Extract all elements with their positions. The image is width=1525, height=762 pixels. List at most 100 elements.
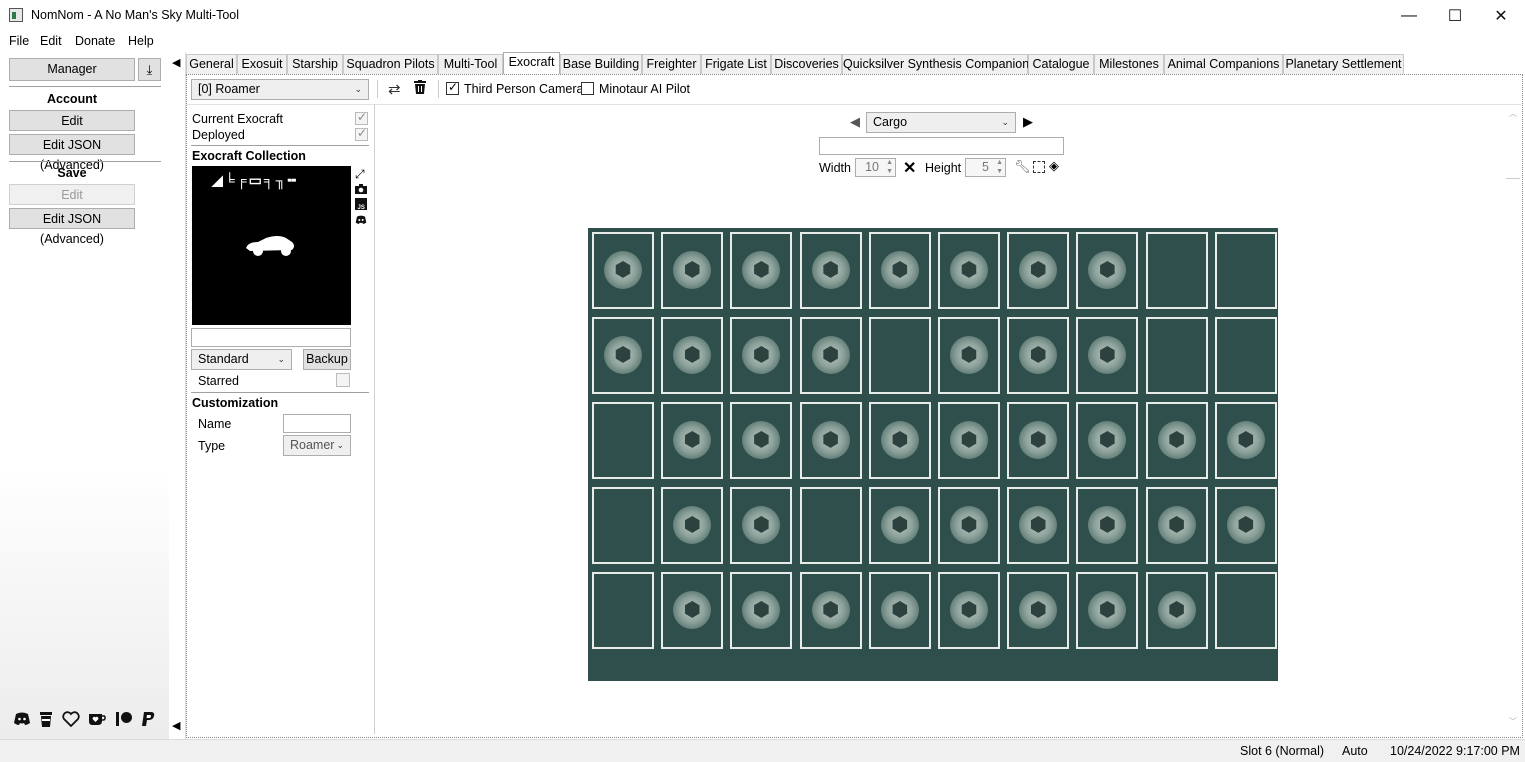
height-stepper[interactable]: 5 ▲ ▼ (965, 158, 1006, 177)
paint-bucket-icon[interactable]: ◈ (1049, 158, 1059, 174)
discord-share-icon[interactable] (355, 214, 367, 228)
minotaur-checkbox[interactable] (581, 82, 594, 98)
inventory-slot-filled[interactable]: ⬢ (799, 572, 862, 649)
inventory-slot-empty[interactable] (1214, 232, 1277, 309)
tab-discoveries[interactable]: Discoveries (771, 54, 842, 75)
inventory-slot-filled[interactable]: ⬢ (661, 572, 724, 649)
inventory-slot-empty[interactable] (1145, 317, 1208, 394)
inventory-slot-empty[interactable] (592, 487, 654, 564)
inventory-slot-filled[interactable]: ⬢ (592, 232, 654, 309)
checkbox-box[interactable] (446, 80, 459, 95)
inventory-slot-filled[interactable]: ⬢ (730, 487, 793, 564)
menu-edit[interactable]: Edit (40, 34, 62, 48)
tab-freighter[interactable]: Freighter (642, 54, 701, 75)
scroll-up-icon[interactable]: ︿ (1509, 108, 1517, 119)
third-person-checkbox[interactable] (446, 80, 459, 98)
inventory-slot-empty[interactable] (592, 402, 654, 479)
tab-base-building[interactable]: Base Building (560, 54, 642, 75)
select-area-icon[interactable] (1033, 161, 1045, 173)
inventory-slot-filled[interactable]: ⬢ (1145, 572, 1208, 649)
maximize-button[interactable]: ☐ (1432, 0, 1478, 31)
inventory-slot-filled[interactable]: ⬢ (730, 317, 793, 394)
tab-frigate-list[interactable]: Frigate List (701, 54, 771, 75)
tab-squadron-pilots[interactable]: Squadron Pilots (343, 54, 438, 75)
inventory-search-input[interactable] (819, 137, 1064, 155)
inventory-slot-empty[interactable] (592, 572, 654, 649)
tab-general[interactable]: General (186, 54, 237, 75)
inventory-slot-empty[interactable] (1145, 232, 1208, 309)
discord-icon[interactable] (13, 712, 31, 729)
account-edit-json-button[interactable]: Edit JSON (Advanced) (9, 134, 135, 172)
manager-button[interactable]: Manager (9, 58, 135, 81)
inventory-slot-filled[interactable]: ⬢ (730, 402, 793, 479)
inventory-slot-filled[interactable]: ⬢ (938, 232, 1000, 309)
camera-icon[interactable] (355, 183, 367, 197)
inventory-select[interactable]: Cargo ⌄ (866, 112, 1016, 133)
inventory-slot-filled[interactable]: ⬢ (799, 317, 862, 394)
inventory-slot-filled[interactable]: ⬢ (938, 572, 1000, 649)
deployed-checkbox[interactable] (355, 126, 368, 144)
paypal-icon[interactable] (141, 711, 156, 731)
inventory-slot-filled[interactable]: ⬢ (661, 487, 724, 564)
tab-catalogue[interactable]: Catalogue (1028, 54, 1094, 75)
inventory-slot-filled[interactable]: ⬢ (799, 232, 862, 309)
inventory-slot-filled[interactable]: ⬢ (1007, 317, 1070, 394)
save-edit-button[interactable]: Edit (9, 184, 135, 205)
stepper-arrows-icon[interactable]: ▲ ▼ (996, 158, 1003, 176)
inventory-slot-filled[interactable]: ⬢ (868, 232, 931, 309)
next-inventory-icon[interactable]: ▶ (1023, 114, 1033, 130)
inventory-slot-filled[interactable]: ⬢ (868, 402, 931, 479)
width-stepper[interactable]: 10 ▲ ▼ (855, 158, 896, 177)
tab-exosuit[interactable]: Exosuit (237, 54, 287, 75)
inventory-slot-filled[interactable]: ⬢ (799, 402, 862, 479)
tab-exocraft[interactable]: Exocraft (503, 52, 560, 75)
account-edit-button[interactable]: Edit (9, 110, 135, 131)
mode-select[interactable]: Standard ⌄ (191, 349, 292, 370)
menu-file[interactable]: File (9, 34, 29, 48)
inventory-slot-filled[interactable]: ⬢ (592, 317, 654, 394)
expand-icon[interactable]: ⤢ (355, 167, 365, 182)
coffee-cup-icon[interactable] (39, 711, 53, 731)
preview-name-input[interactable] (191, 328, 351, 347)
inventory-slot-filled[interactable]: ⬢ (730, 232, 793, 309)
javascript-icon[interactable]: JS (355, 198, 367, 213)
menu-help[interactable]: Help (128, 34, 154, 48)
inventory-slot-filled[interactable]: ⬢ (661, 232, 724, 309)
inventory-slot-filled[interactable]: ⬢ (1214, 402, 1277, 479)
delete-icon[interactable] (414, 80, 426, 97)
inventory-slot-filled[interactable]: ⬢ (1007, 232, 1070, 309)
inventory-slot-filled[interactable]: ⬢ (1145, 487, 1208, 564)
swap-icon[interactable]: ⇄ (388, 80, 401, 98)
collapse-left-bottom-icon[interactable]: ◀ (172, 719, 180, 732)
inventory-slot-filled[interactable]: ⬢ (938, 317, 1000, 394)
backup-button[interactable]: Backup (303, 349, 351, 370)
inventory-slot-empty[interactable] (1214, 317, 1277, 394)
inventory-slot-empty[interactable] (1214, 572, 1277, 649)
menu-donate[interactable]: Donate (75, 34, 115, 48)
inventory-slot-filled[interactable]: ⬢ (868, 487, 931, 564)
stepper-arrows-icon[interactable]: ▲ ▼ (886, 158, 893, 176)
tab-milestones[interactable]: Milestones (1094, 54, 1164, 75)
wrench-icon[interactable]: 🔧︎ (1014, 159, 1031, 175)
vehicle-select[interactable]: [0] Roamer ⌄ (191, 79, 369, 100)
inventory-slot-filled[interactable]: ⬢ (1007, 572, 1070, 649)
minimize-button[interactable]: — (1386, 0, 1432, 31)
inventory-slot-filled[interactable]: ⬢ (1076, 317, 1139, 394)
type-select[interactable]: Roamer ⌄ (283, 435, 351, 456)
tab-starship[interactable]: Starship (287, 54, 343, 75)
ko-fi-icon[interactable] (88, 712, 106, 729)
tab-multi-tool[interactable]: Multi-Tool (438, 54, 503, 75)
inventory-slot-filled[interactable]: ⬢ (1145, 402, 1208, 479)
save-edit-json-button[interactable]: Edit JSON (Advanced) (9, 208, 135, 246)
inventory-slot-empty[interactable] (868, 317, 931, 394)
inventory-slot-filled[interactable]: ⬢ (868, 572, 931, 649)
inventory-slot-filled[interactable]: ⬢ (661, 317, 724, 394)
inventory-slot-filled[interactable]: ⬢ (730, 572, 793, 649)
inventory-slot-filled[interactable]: ⬢ (1214, 487, 1277, 564)
inventory-slot-filled[interactable]: ⬢ (1076, 572, 1139, 649)
inventory-slot-filled[interactable]: ⬢ (1076, 402, 1139, 479)
collapse-icon[interactable]: ⤓ (138, 58, 161, 81)
inventory-slot-filled[interactable]: ⬢ (1076, 232, 1139, 309)
tab-planetary-settlement[interactable]: Planetary Settlement (1283, 54, 1404, 75)
inventory-slot-filled[interactable]: ⬢ (1076, 487, 1139, 564)
